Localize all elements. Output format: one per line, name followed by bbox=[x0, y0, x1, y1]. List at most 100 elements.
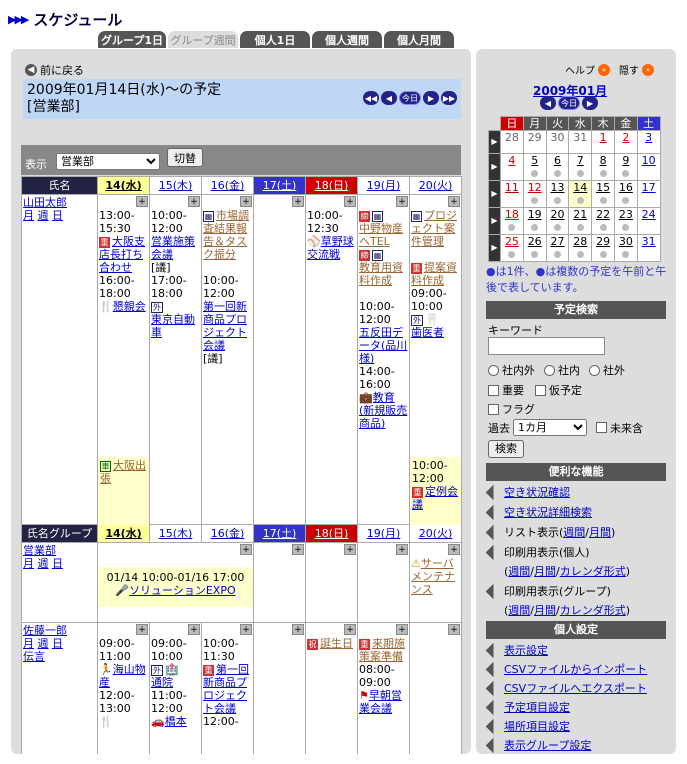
event-link[interactable]: 誕生日 bbox=[320, 637, 353, 650]
add-icon[interactable]: + bbox=[136, 196, 148, 207]
keyword-input[interactable] bbox=[488, 337, 605, 355]
day-header[interactable]: 20(火) bbox=[419, 527, 453, 540]
tab-personal-week[interactable]: 個人週間 bbox=[312, 31, 382, 48]
add-icon[interactable]: + bbox=[344, 624, 356, 635]
setting-item[interactable]: CSVファイルへエクスポート bbox=[485, 680, 647, 696]
day-header[interactable]: 18(日) bbox=[315, 527, 349, 540]
day-header[interactable]: 15(木) bbox=[159, 527, 193, 540]
day-header[interactable]: 17(土) bbox=[263, 527, 297, 540]
checkbox-icon[interactable] bbox=[535, 384, 546, 396]
event-link[interactable]: 中野物産へTEL bbox=[359, 222, 403, 248]
prev-month-icon[interactable]: ◀ bbox=[540, 96, 556, 110]
day-header[interactable]: 14(水) bbox=[105, 527, 141, 540]
message-link[interactable]: 伝言 bbox=[23, 650, 45, 663]
prev-week-icon[interactable]: ◀◀ bbox=[363, 91, 379, 105]
day-header[interactable]: 19(月) bbox=[367, 527, 401, 540]
day-header[interactable]: 15(木) bbox=[159, 179, 193, 192]
tab-group-day[interactable]: グループ1日 bbox=[98, 31, 166, 48]
setting-item[interactable]: CSVファイルからインポート bbox=[485, 661, 647, 677]
user-name-link[interactable]: 佐藤一郎 bbox=[23, 624, 67, 637]
event-link[interactable]: 通院 bbox=[151, 676, 173, 689]
day-header[interactable]: 17(土) bbox=[263, 179, 297, 192]
month-link[interactable]: 月 bbox=[23, 557, 34, 570]
tool-item[interactable]: 空き状況詳細検索 bbox=[485, 504, 592, 520]
group-name-link[interactable]: 営業部 bbox=[23, 544, 56, 557]
week-arrow-icon[interactable]: ▶ bbox=[488, 152, 501, 181]
add-icon[interactable]: + bbox=[292, 624, 304, 635]
prev-day-icon[interactable]: ◀ bbox=[381, 91, 397, 105]
radio-icon[interactable] bbox=[544, 364, 555, 376]
event-link[interactable]: 第一回新商品プロジェクト会議 bbox=[203, 300, 247, 352]
group-select[interactable]: 営業部 bbox=[56, 153, 160, 170]
add-icon[interactable]: + bbox=[240, 624, 252, 635]
week-link[interactable]: 週 bbox=[38, 557, 49, 570]
add-icon[interactable]: + bbox=[188, 624, 200, 635]
week-arrow-icon[interactable]: ▶ bbox=[488, 233, 501, 262]
tab-personal-day[interactable]: 個人1日 bbox=[240, 31, 310, 48]
switch-button[interactable]: 切替 bbox=[167, 148, 203, 167]
add-icon[interactable]: + bbox=[292, 196, 304, 207]
add-icon[interactable]: + bbox=[396, 544, 408, 555]
day-header[interactable]: 19(月) bbox=[367, 179, 401, 192]
checkbox-icon[interactable] bbox=[596, 422, 607, 433]
hide-icon[interactable]: » bbox=[642, 63, 654, 76]
add-icon[interactable]: + bbox=[396, 624, 408, 635]
day-header[interactable]: 20(火) bbox=[419, 179, 453, 192]
tool-item[interactable]: 空き状況確認 bbox=[485, 484, 570, 500]
add-icon[interactable]: + bbox=[396, 196, 408, 207]
add-icon[interactable]: + bbox=[188, 196, 200, 207]
add-icon[interactable]: + bbox=[292, 544, 304, 555]
week-arrow-icon[interactable]: ▶ bbox=[488, 179, 501, 208]
day-link[interactable]: 日 bbox=[52, 209, 63, 222]
add-icon[interactable]: + bbox=[448, 544, 460, 555]
day-link[interactable]: 日 bbox=[52, 637, 63, 650]
event-link[interactable]: 東京自動車 bbox=[151, 313, 195, 339]
add-icon[interactable]: + bbox=[344, 196, 356, 207]
today-button[interactable]: 今日 bbox=[399, 91, 421, 105]
setting-item[interactable]: 場所項目設定 bbox=[485, 718, 570, 734]
search-button[interactable]: 検索 bbox=[488, 440, 524, 458]
radio-icon[interactable] bbox=[589, 364, 600, 376]
event-link[interactable]: ソリューションEXPO bbox=[129, 584, 236, 597]
tab-personal-month[interactable]: 個人月間 bbox=[384, 31, 454, 48]
event-link[interactable]: 営業施策会議 bbox=[151, 235, 195, 261]
help-icon[interactable]: » bbox=[598, 63, 610, 76]
day-link[interactable]: 日 bbox=[52, 557, 63, 570]
checkbox-icon[interactable] bbox=[488, 384, 499, 396]
event-link[interactable]: 五反田データ(品川様) bbox=[359, 326, 407, 365]
hide-link[interactable]: 隠す bbox=[619, 62, 639, 77]
event-link[interactable]: 橋本 bbox=[165, 715, 187, 728]
day-header[interactable]: 16(金) bbox=[211, 527, 245, 540]
add-icon[interactable]: + bbox=[240, 544, 252, 555]
add-icon[interactable]: + bbox=[136, 624, 148, 635]
day-header[interactable]: 18(日) bbox=[315, 179, 349, 192]
next-day-icon[interactable]: ▶ bbox=[423, 91, 439, 105]
day-header[interactable]: 16(金) bbox=[211, 179, 245, 192]
user-name-link[interactable]: 山田太郎 bbox=[23, 196, 67, 209]
setting-item[interactable]: 表示設定 bbox=[485, 642, 548, 658]
add-icon[interactable]: + bbox=[448, 196, 460, 207]
add-icon[interactable]: + bbox=[448, 624, 460, 635]
checkbox-icon[interactable] bbox=[488, 403, 499, 415]
help-link[interactable]: ヘルプ bbox=[565, 62, 595, 77]
week-arrow-icon[interactable]: ▶ bbox=[488, 130, 501, 154]
add-icon[interactable]: + bbox=[240, 196, 252, 207]
week-link[interactable]: 週 bbox=[38, 637, 49, 650]
day-header[interactable]: 14(水) bbox=[105, 179, 141, 192]
event-link[interactable]: 歯医者 bbox=[411, 326, 444, 339]
tab-group-week[interactable]: グループ週間 bbox=[168, 31, 238, 48]
back-link[interactable]: ◀ 前に戻る bbox=[25, 62, 84, 78]
setting-item[interactable]: 予定項目設定 bbox=[485, 699, 570, 715]
month-link[interactable]: 月 bbox=[23, 209, 34, 222]
event-link[interactable]: 懇親会 bbox=[113, 300, 146, 313]
radio-icon[interactable] bbox=[488, 364, 499, 376]
event-link[interactable]: 教育用資料作成 bbox=[359, 261, 403, 287]
week-arrow-icon[interactable]: ▶ bbox=[488, 206, 501, 235]
period-select[interactable]: 1カ月 bbox=[513, 419, 587, 436]
mini-today-button[interactable]: 今日 bbox=[558, 96, 580, 110]
next-month-icon[interactable]: ▶ bbox=[582, 96, 598, 110]
next-week-icon[interactable]: ▶▶ bbox=[441, 91, 457, 105]
month-link[interactable]: 月 bbox=[23, 637, 34, 650]
setting-item[interactable]: 表示グループ設定 bbox=[485, 737, 591, 753]
add-icon[interactable]: + bbox=[344, 544, 356, 555]
